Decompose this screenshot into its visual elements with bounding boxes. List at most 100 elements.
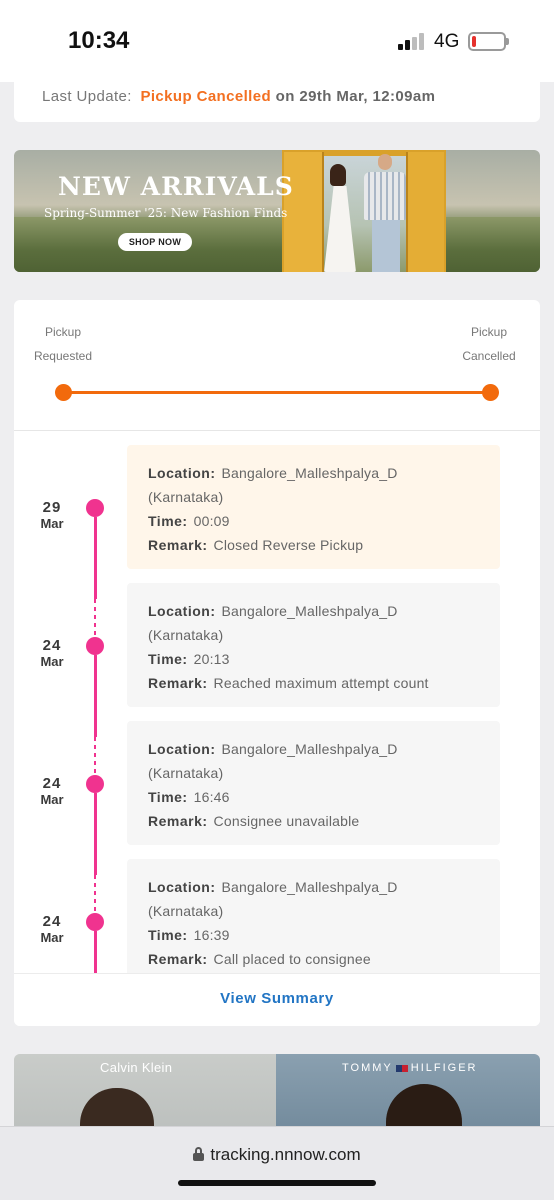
remark-key: Remark: bbox=[148, 675, 208, 691]
shop-now-button[interactable]: SHOP NOW bbox=[118, 233, 192, 251]
event-location: Bangalore_Malleshpalya_D bbox=[221, 465, 398, 481]
view-summary-link[interactable]: View Summary bbox=[220, 990, 334, 1007]
event-time: 20:13 bbox=[193, 651, 230, 667]
battery-icon bbox=[468, 32, 506, 51]
tracking-timeline[interactable]: 29 Mar Location: Bangalore_Malleshpalya_D… bbox=[14, 431, 540, 973]
event-location-row: Location: Bangalore_Malleshpalya_D bbox=[148, 599, 500, 623]
tommy-hilfiger-logo: TOMMY HILFIGER bbox=[342, 1062, 477, 1074]
banner-model-man bbox=[364, 172, 406, 220]
last-update-status: Pickup Cancelled bbox=[140, 88, 272, 105]
timeline-connector bbox=[93, 655, 97, 737]
banner-model-man-head bbox=[378, 154, 392, 170]
stage-pickup-requested: Pickup Requested bbox=[30, 320, 96, 368]
event-location-row: Location: Bangalore_Malleshpalya_D bbox=[148, 461, 500, 485]
battery-tip bbox=[506, 38, 509, 45]
event-remark: Consignee unavailable bbox=[213, 813, 360, 829]
browser-bar: tracking.nnnow.com bbox=[0, 1126, 554, 1200]
event-remark-row: Remark: Reached maximum attempt count bbox=[148, 671, 500, 695]
time-key: Time: bbox=[148, 789, 188, 805]
cellular-signal-icon bbox=[398, 33, 426, 50]
timeline-dot bbox=[86, 499, 104, 517]
progress-dot-start bbox=[55, 384, 72, 401]
event-month: Mar bbox=[40, 654, 64, 669]
time-key: Time: bbox=[148, 927, 188, 943]
location-key: Location: bbox=[148, 879, 216, 895]
banner-title: NEW ARRIVALS bbox=[58, 172, 294, 201]
timeline-connector bbox=[93, 793, 97, 875]
tommy-hilfiger-logo-part2: HILFIGER bbox=[410, 1062, 478, 1074]
tommy-hilfiger-logo-part1: TOMMY bbox=[342, 1062, 393, 1074]
last-update-time: on 29th Mar, 12:09am bbox=[275, 88, 436, 105]
calvin-klein-logo: Calvin Klein bbox=[100, 1060, 173, 1075]
stage-start-line1: Pickup bbox=[44, 325, 82, 339]
event-remark: Closed Reverse Pickup bbox=[213, 537, 364, 553]
timeline-connector-dashed bbox=[94, 875, 96, 915]
event-month: Mar bbox=[40, 792, 64, 807]
event-location: Bangalore_Malleshpalya_D bbox=[221, 879, 398, 895]
remark-key: Remark: bbox=[148, 951, 208, 967]
event-remark: Reached maximum attempt count bbox=[213, 675, 429, 691]
time-key: Time: bbox=[148, 651, 188, 667]
progress-line bbox=[64, 391, 490, 394]
timeline-connector bbox=[93, 517, 97, 599]
event-time: 00:09 bbox=[193, 513, 230, 529]
event-time: 16:39 bbox=[193, 927, 230, 943]
last-update-line: Last Update: Pickup Cancelled on 29th Ma… bbox=[42, 88, 435, 105]
event-location-row: Location: Bangalore_Malleshpalya_D bbox=[148, 737, 500, 761]
banner-model-man-pants bbox=[372, 220, 400, 272]
event-time-row: Time: 16:46 bbox=[148, 785, 500, 809]
event-remark-row: Remark: Closed Reverse Pickup bbox=[148, 533, 500, 557]
timeline-connector bbox=[93, 931, 97, 973]
event-region: (Karnataka) bbox=[148, 627, 224, 643]
event-region: (Karnataka) bbox=[148, 903, 224, 919]
event-day: 29 bbox=[42, 499, 62, 516]
event-remark-row: Remark: Consignee unavailable bbox=[148, 809, 500, 833]
event-day: 24 bbox=[42, 637, 62, 654]
timeline-connector-dashed bbox=[94, 599, 96, 639]
event-region: (Karnataka) bbox=[148, 489, 224, 505]
stage-start-line2: Requested bbox=[33, 349, 93, 363]
summary-bar: View Summary bbox=[14, 973, 540, 1026]
remark-key: Remark: bbox=[148, 813, 208, 829]
progress-dot-end bbox=[482, 384, 499, 401]
location-key: Location: bbox=[148, 603, 216, 619]
event-location: Bangalore_Malleshpalya_D bbox=[221, 603, 398, 619]
new-arrivals-banner[interactable]: NEW ARRIVALS Spring-Summer '25: New Fash… bbox=[14, 150, 540, 272]
event-remark: Call placed to consignee bbox=[213, 951, 371, 967]
timeline-dot bbox=[86, 775, 104, 793]
event-card: Location: Bangalore_Malleshpalya_D (Karna… bbox=[127, 445, 500, 569]
url-text: tracking.nnnow.com bbox=[210, 1145, 361, 1164]
event-date: 24 Mar bbox=[34, 775, 70, 807]
event-remark-row: Remark: Call placed to consignee bbox=[148, 947, 500, 971]
tracking-card: Pickup Requested Pickup Cancelled 29 Mar… bbox=[14, 300, 540, 1026]
banner-door-right bbox=[406, 152, 444, 272]
stage-pickup-cancelled: Pickup Cancelled bbox=[456, 320, 522, 368]
timeline-dot bbox=[86, 913, 104, 931]
event-card: Location: Bangalore_Malleshpalya_D (Karna… bbox=[127, 859, 500, 973]
event-time-row: Time: 00:09 bbox=[148, 509, 500, 533]
lock-icon bbox=[193, 1147, 205, 1161]
event-time-row: Time: 16:39 bbox=[148, 923, 500, 947]
banner-door-left bbox=[284, 152, 324, 272]
event-card: Location: Bangalore_Malleshpalya_D (Karna… bbox=[127, 721, 500, 845]
time-key: Time: bbox=[148, 513, 188, 529]
location-key: Location: bbox=[148, 465, 216, 481]
banner-background bbox=[14, 217, 540, 272]
event-time: 16:46 bbox=[193, 789, 230, 805]
stage-end-line1: Pickup bbox=[470, 325, 508, 339]
stage-end-line2: Cancelled bbox=[462, 349, 516, 363]
url-bar[interactable]: tracking.nnnow.com bbox=[0, 1145, 554, 1165]
home-indicator[interactable] bbox=[178, 1180, 376, 1186]
last-update-card: Last Update: Pickup Cancelled on 29th Ma… bbox=[14, 70, 540, 122]
last-update-label: Last Update: bbox=[42, 88, 132, 105]
status-time: 10:34 bbox=[68, 27, 130, 54]
event-date: 24 Mar bbox=[34, 913, 70, 945]
banner-model-woman-hair bbox=[330, 164, 346, 186]
event-month: Mar bbox=[40, 516, 64, 531]
event-date: 29 Mar bbox=[34, 499, 70, 531]
event-card: Location: Bangalore_Malleshpalya_D (Karna… bbox=[127, 583, 500, 707]
event-region: (Karnataka) bbox=[148, 765, 224, 781]
flag-icon bbox=[395, 1064, 408, 1072]
event-day: 24 bbox=[42, 913, 62, 930]
location-key: Location: bbox=[148, 741, 216, 757]
